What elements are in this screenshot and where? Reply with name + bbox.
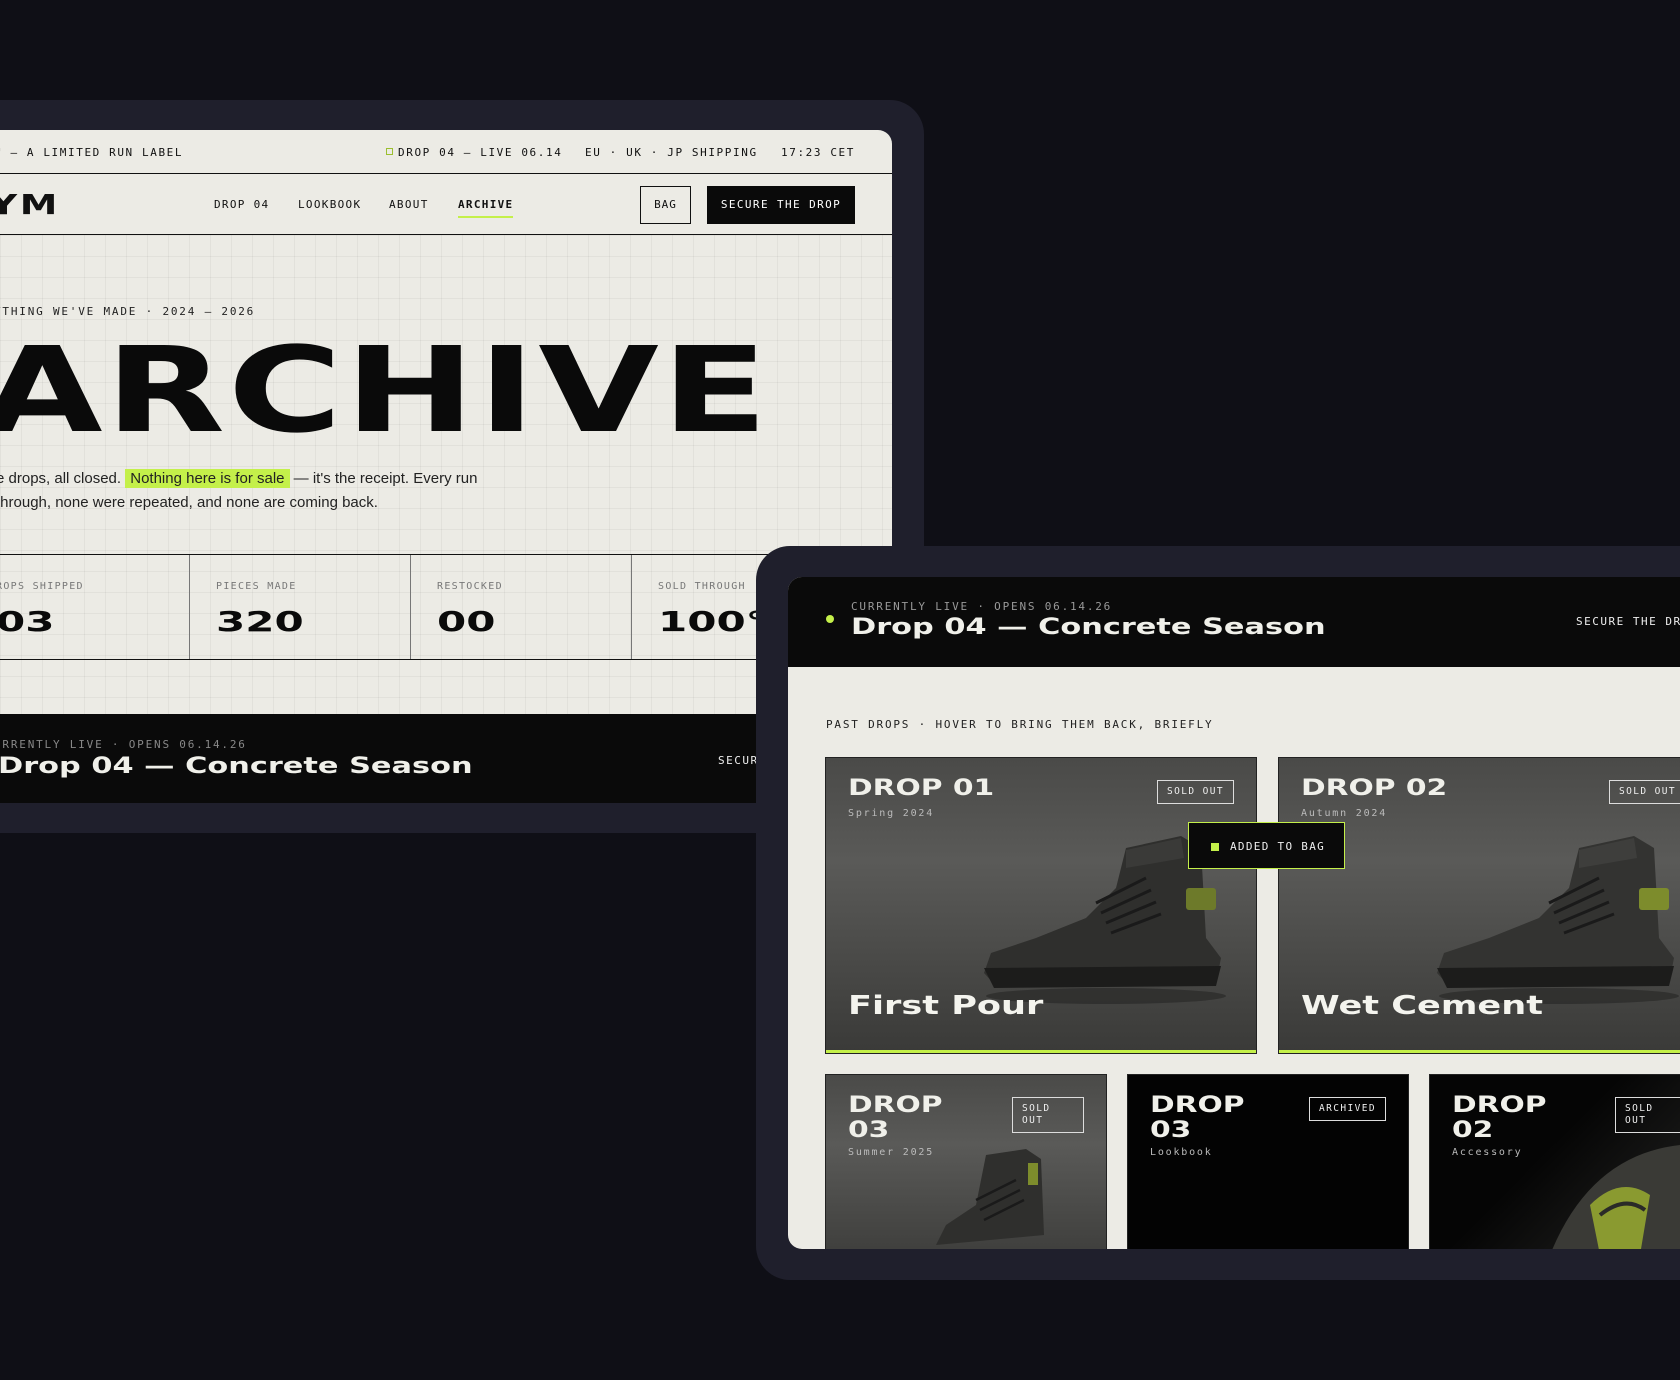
card-accent-bar <box>826 1050 1256 1053</box>
live-header-title: Drop 04 — Concrete Season <box>851 615 1326 640</box>
tablet-archive-screen: CURRENTLY LIVE · OPENS 06.14.26 Drop 04 … <box>788 577 1680 1249</box>
nav-link-archive[interactable]: ARCHIVE <box>458 198 514 218</box>
clock: 17:23 CET <box>781 146 856 159</box>
highlight-text: Nothing here is for sale <box>125 469 290 488</box>
card-season: Lookbook <box>1150 1147 1213 1158</box>
card-drop-number: DROP 03 <box>1150 1093 1245 1143</box>
stat-label: RESTOCKED <box>437 581 503 592</box>
brand-tagline: ™ — A LIMITED RUN LABEL <box>0 146 184 159</box>
nav-link-about[interactable]: ABOUT <box>389 198 429 211</box>
stat-value: 03 <box>0 605 55 638</box>
drop-card-03-lookbook[interactable]: DROP 03 Lookbook ARCHIVED <box>1127 1074 1409 1249</box>
live-banner-title: Drop 04 — Concrete Season <box>0 754 473 779</box>
past-drops-label: PAST DROPS · HOVER TO BRING THEM BACK, B… <box>826 718 1214 731</box>
card-drop-number: DROP 01 <box>848 776 995 801</box>
stat-restocked: RESTOCKED 00 <box>411 555 632 659</box>
card-season: Spring 2024 <box>848 808 935 819</box>
nav-link-drop-04[interactable]: DROP 04 <box>214 198 269 211</box>
secure-drop-button[interactable]: SECURE THE DROP <box>707 186 855 224</box>
card-drop-number: DROP 02 <box>1301 776 1448 801</box>
boot-image <box>936 1149 1044 1245</box>
drop-card-03[interactable]: DROP 03 Summer 2025 SOLD OUT <box>825 1074 1107 1249</box>
stat-drops-shipped: ROPS SHIPPED 03 <box>0 555 190 659</box>
sold-out-badge: SOLD OUT <box>1609 780 1680 804</box>
announcement-bar: ™ — A LIMITED RUN LABEL DROP 04 — LIVE 0… <box>0 130 892 174</box>
live-dot-icon <box>826 615 834 623</box>
hero-kicker: YTHING WE'VE MADE · 2024 — 2026 <box>0 305 256 318</box>
card-accent-bar <box>1279 1050 1680 1053</box>
card-season: Autumn 2024 <box>1301 808 1388 819</box>
shipping-info: EU · UK · JP SHIPPING <box>585 146 758 159</box>
page-title: ARCHIVE <box>0 321 771 459</box>
stat-label: SOLD THROUGH <box>658 581 746 592</box>
drop-card-02[interactable]: DROP 02 Autumn 2024 SOLD OUT Wet Cement <box>1278 757 1680 1054</box>
drop-card-01[interactable]: DROP 01 Spring 2024 SOLD OUT First Pour <box>825 757 1257 1054</box>
brand-logo[interactable]: RYM <box>0 188 60 221</box>
nav-link-lookbook[interactable]: LOOKBOOK <box>298 198 361 211</box>
card-drop-number: DROP 03 <box>848 1093 943 1143</box>
card-title: Wet Cement <box>1301 991 1543 1021</box>
live-drop-header[interactable]: CURRENTLY LIVE · OPENS 06.14.26 Drop 04 … <box>788 577 1680 667</box>
stat-value: 320 <box>216 605 304 638</box>
added-to-bag-toast: ADDED TO BAG <box>1188 822 1345 869</box>
card-drop-number: DROP 02 <box>1452 1093 1547 1143</box>
card-season: Summer 2025 <box>848 1147 935 1158</box>
sold-out-badge: SOLD OUT <box>1012 1097 1084 1133</box>
sold-out-badge: SOLD OUT <box>1615 1097 1680 1133</box>
toast-square-icon <box>1211 843 1219 851</box>
stat-label: ROPS SHIPPED <box>0 581 84 592</box>
stat-label: PIECES MADE <box>216 581 297 592</box>
main-nav: RYM DROP 04 LOOKBOOK ABOUT ARCHIVE BAG S… <box>0 174 892 235</box>
live-header-cta[interactable]: SECURE THE DRO <box>1576 615 1680 628</box>
sold-out-badge: SOLD OUT <box>1157 780 1234 804</box>
accessory-image <box>1552 1145 1680 1249</box>
boot-image <box>1437 836 1679 1004</box>
archived-badge: ARCHIVED <box>1309 1097 1386 1121</box>
drop-status: DROP 04 — LIVE 06.14 <box>386 146 562 159</box>
drop-card-02-accessory[interactable]: DROP 02 Accessory SOLD OUT <box>1429 1074 1680 1249</box>
bag-button[interactable]: BAG <box>640 186 691 224</box>
stat-pieces-made: PIECES MADE 320 <box>190 555 411 659</box>
card-season: Accessory <box>1452 1147 1523 1158</box>
live-header-subtitle: CURRENTLY LIVE · OPENS 06.14.26 <box>851 600 1113 613</box>
stat-value: 00 <box>437 605 496 638</box>
live-banner-cta[interactable]: SECUR <box>718 754 759 767</box>
hero-description: e drops, all closed. Nothing here is for… <box>0 469 478 511</box>
toast-label: ADDED TO BAG <box>1230 840 1326 853</box>
stat-value: 100° <box>658 605 767 638</box>
card-title: First Pour <box>848 991 1044 1021</box>
live-banner-subtitle: URRENTLY LIVE · OPENS 06.14.26 <box>0 738 247 751</box>
status-square-icon <box>386 148 393 155</box>
